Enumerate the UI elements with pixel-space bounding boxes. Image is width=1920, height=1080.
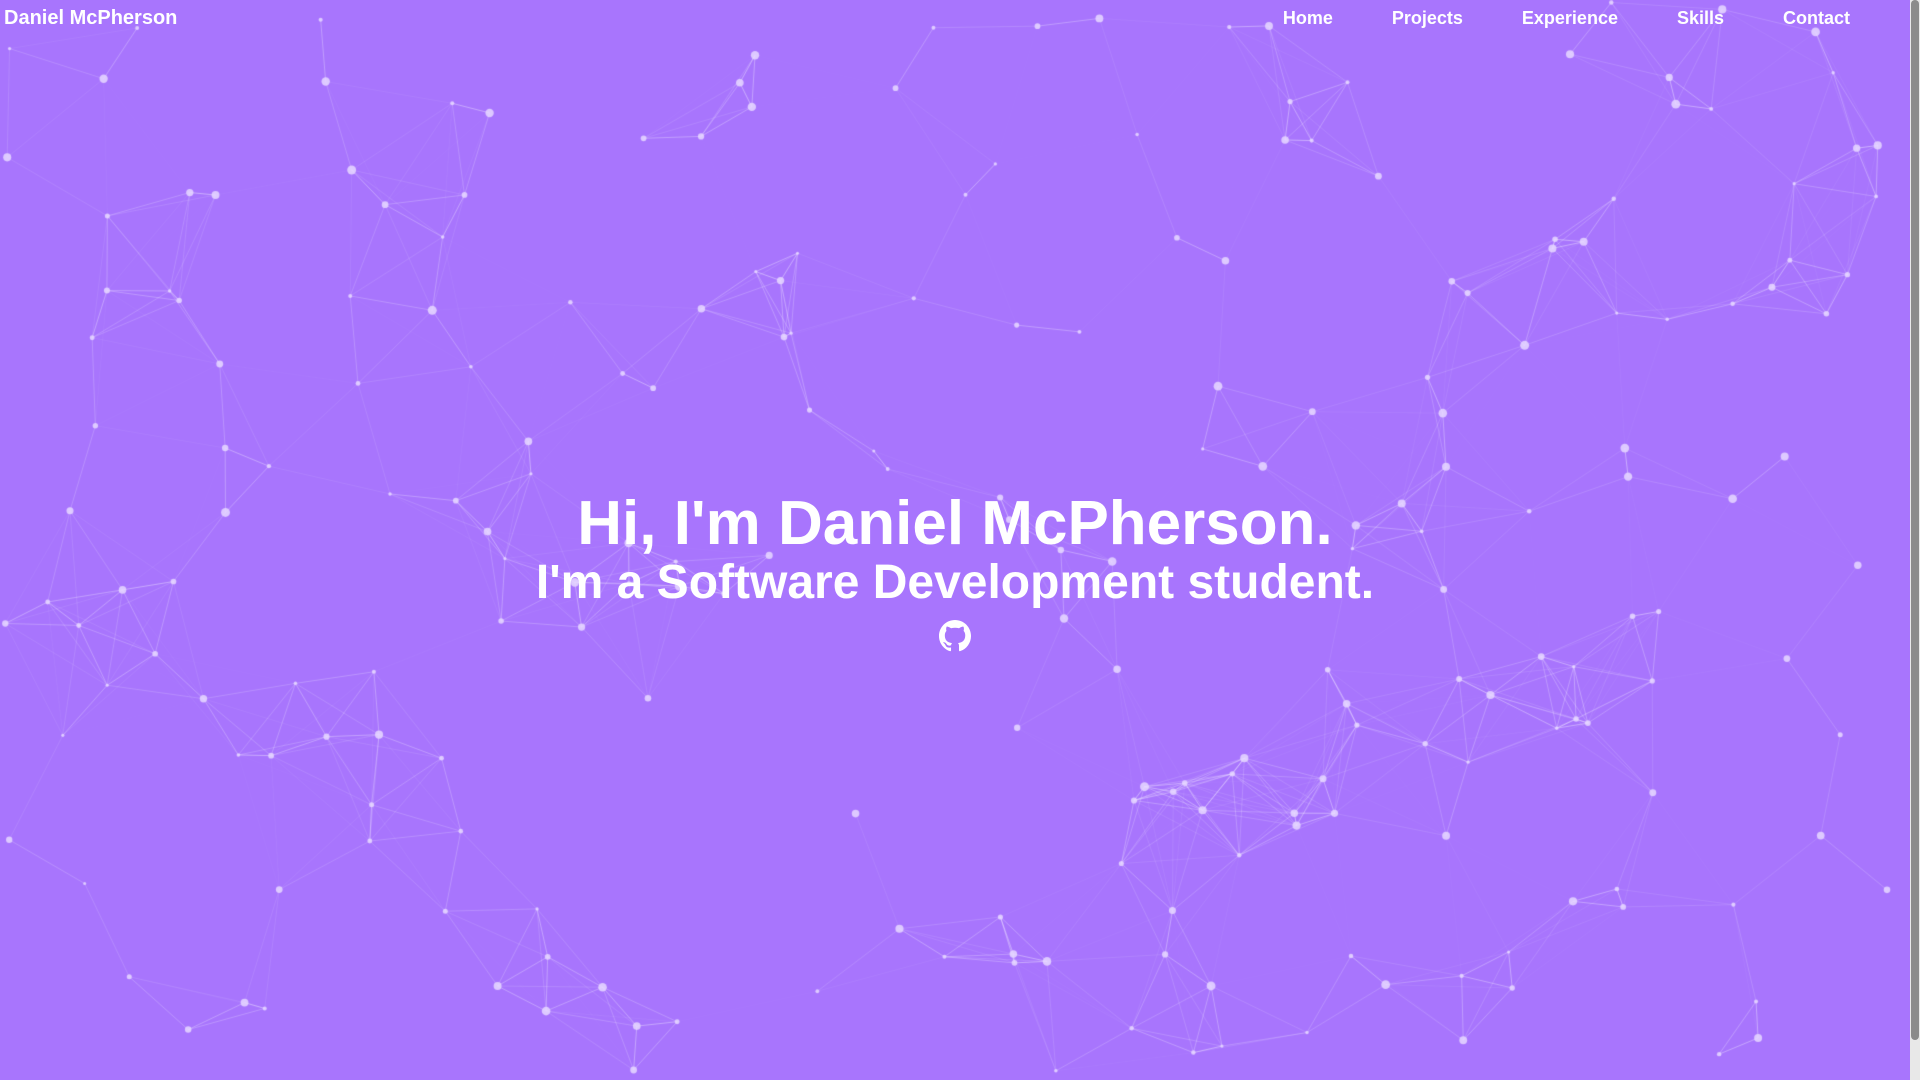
github-link[interactable] xyxy=(939,620,971,652)
main-nav: Home Projects Experience Skills Contact xyxy=(1224,6,1850,30)
scrollbar-thumb[interactable] xyxy=(1911,0,1919,1040)
nav-experience[interactable]: Experience xyxy=(1522,6,1618,30)
page-scrollbar[interactable] xyxy=(1910,0,1920,1080)
hero-title: Hi, I'm Daniel McPherson. xyxy=(577,489,1333,558)
nav-projects[interactable]: Projects xyxy=(1392,6,1463,30)
brand-link[interactable]: Daniel McPherson xyxy=(4,6,177,30)
nav-skills[interactable]: Skills xyxy=(1677,6,1724,30)
hero-section: Hi, I'm Daniel McPherson. I'm a Software… xyxy=(0,488,1910,657)
nav-home[interactable]: Home xyxy=(1283,6,1333,30)
github-icon xyxy=(939,620,971,652)
nav-contact[interactable]: Contact xyxy=(1783,6,1850,30)
hero-subtitle: I'm a Software Development student. xyxy=(535,556,1375,609)
